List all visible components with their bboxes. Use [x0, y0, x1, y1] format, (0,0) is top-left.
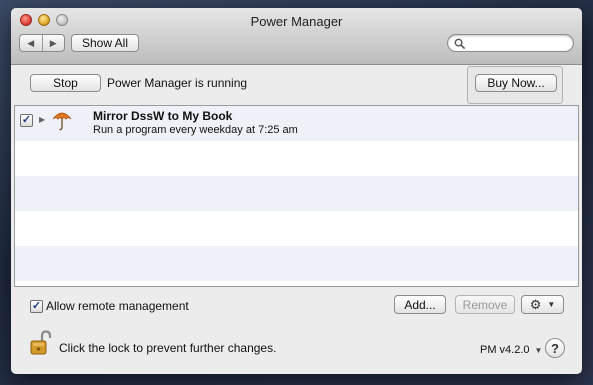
buy-now-button[interactable]: Buy Now...	[475, 74, 557, 92]
show-all-button[interactable]: Show All	[71, 34, 139, 52]
events-list[interactable]: ✓ ▶ Mirror DssW to My Book Run a program…	[14, 105, 579, 287]
empty-row	[15, 211, 578, 246]
action-menu-button[interactable]: ⚙ ▼	[521, 295, 564, 314]
back-forward-control: ◀ ▶	[19, 34, 65, 52]
preferences-window: Power Manager ◀ ▶ Show All Stop Power Ma…	[11, 8, 582, 374]
lock-hint-text: Click the lock to prevent further change…	[59, 341, 277, 355]
add-button[interactable]: Add...	[394, 295, 446, 314]
version-label: PM v4.2.0	[480, 344, 530, 356]
event-description: Run a program every weekday at 7:25 am	[93, 124, 298, 136]
event-row[interactable]: ✓ ▶ Mirror DssW to My Book Run a program…	[15, 106, 578, 141]
remote-management-checkbox[interactable]: ✓	[30, 299, 43, 313]
checkmark-icon: ✓	[21, 114, 32, 126]
remove-button[interactable]: Remove	[455, 295, 515, 314]
search-field[interactable]	[447, 34, 574, 52]
window-title: Power Manager	[250, 14, 343, 29]
lock-icon[interactable]	[30, 330, 52, 356]
event-enabled-checkbox[interactable]: ✓	[20, 114, 33, 127]
empty-row	[15, 176, 578, 211]
stop-button[interactable]: Stop	[30, 74, 101, 92]
title-bar: Power Manager ◀ ▶ Show All	[11, 8, 582, 65]
search-icon	[454, 38, 465, 49]
empty-row	[15, 246, 578, 281]
event-name: Mirror DssW to My Book	[93, 109, 233, 123]
chevron-down-icon: ▼	[547, 300, 556, 309]
help-button[interactable]: ?	[545, 338, 565, 358]
back-button[interactable]: ◀	[20, 35, 42, 51]
status-text: Power Manager is running	[107, 76, 248, 90]
remote-management-label: Allow remote management	[46, 299, 189, 313]
search-input[interactable]	[469, 37, 569, 49]
chevron-down-icon: ▼	[534, 346, 543, 355]
forward-button[interactable]: ▶	[41, 35, 65, 51]
disclosure-triangle-icon[interactable]: ▶	[39, 115, 45, 124]
empty-row	[15, 141, 578, 176]
version-menu[interactable]: PM v4.2.0 ▼	[480, 344, 542, 356]
remote-management-option[interactable]: ✓ Allow remote management	[30, 299, 189, 313]
gear-icon: ⚙	[529, 296, 542, 312]
checkmark-icon: ✓	[31, 299, 42, 312]
umbrella-icon	[52, 112, 72, 131]
